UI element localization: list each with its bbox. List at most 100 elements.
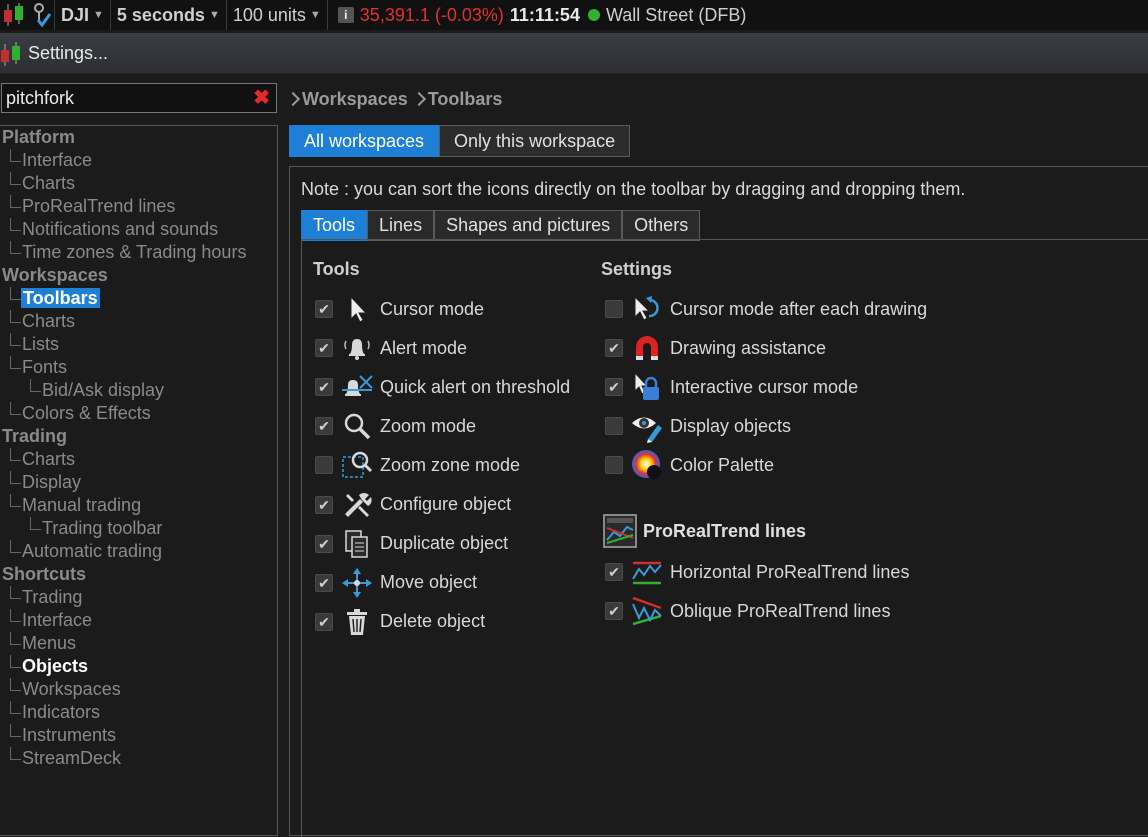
tree-item-objects[interactable]: Objects [0, 655, 277, 678]
instrument-selector[interactable]: DJI ▼ [55, 0, 111, 30]
tree-item-toolbars[interactable]: Toolbars [0, 287, 277, 310]
tree-item-prorealtrend-lines[interactable]: ProRealTrend lines [0, 195, 277, 218]
option-horizontal-prorealtrend-lines: ✔ Horizontal ProRealTrend lines [605, 555, 909, 589]
tree-item-charts[interactable]: Charts [0, 310, 277, 333]
tree-item-label: Toolbars [21, 288, 100, 308]
option-label: Color Palette [670, 454, 775, 475]
tree-item-streamdeck[interactable]: StreamDeck [0, 747, 277, 770]
chevron-right-icon [411, 91, 426, 107]
tree-section-workspaces[interactable]: Workspaces [0, 264, 277, 287]
move-icon [340, 566, 374, 600]
tree-item-colors-effects[interactable]: Colors & Effects [0, 402, 277, 425]
option-label: Cursor mode after each drawing [670, 298, 928, 319]
tree-item-label: StreamDeck [22, 748, 122, 768]
tree-item-charts[interactable]: Charts [0, 172, 277, 195]
interval-selector[interactable]: 5 seconds ▼ [111, 0, 227, 30]
candlestick-icon [1, 42, 20, 66]
tab-lines[interactable]: Lines [367, 210, 435, 241]
tree-connector [30, 379, 41, 392]
checkbox[interactable]: ✔ [315, 534, 333, 553]
prorealtrend-icon [603, 514, 637, 548]
units-selector[interactable]: 100 units ▼ [227, 0, 328, 30]
tree-connector [10, 218, 21, 231]
chart-type-button[interactable] [0, 0, 55, 30]
checkbox[interactable] [605, 417, 623, 436]
tools-heading: Tools [313, 259, 360, 279]
checkbox[interactable]: ✔ [315, 573, 333, 592]
tree-item-fonts[interactable]: Fonts [0, 356, 277, 379]
checkbox[interactable]: ✔ [315, 339, 333, 358]
tree-item-bid-ask-display[interactable]: Bid/Ask display [0, 379, 277, 402]
zoom-zone-icon [340, 448, 374, 482]
checkbox[interactable] [605, 300, 623, 318]
tree-connector [10, 402, 21, 415]
checkbox[interactable]: ✔ [315, 300, 333, 318]
tab-only-this-workspace[interactable]: Only this workspace [439, 125, 631, 157]
cursor-icon [340, 292, 374, 326]
checkbox[interactable]: ✔ [315, 612, 333, 631]
option-label: Interactive cursor mode [670, 376, 859, 397]
clear-search-icon[interactable]: ✖ [253, 87, 270, 109]
option-label: Drawing assistance [670, 337, 827, 358]
tree-item-interface[interactable]: Interface [0, 609, 277, 632]
option-duplicate-object: ✔ Duplicate object [315, 527, 508, 561]
checkbox[interactable]: ✔ [605, 378, 623, 397]
magnifier-icon [340, 409, 374, 443]
option-label: Zoom zone mode [380, 454, 521, 475]
tree-item-charts[interactable]: Charts [0, 448, 277, 471]
checkbox[interactable]: ✔ [605, 339, 623, 358]
tree-item-manual-trading[interactable]: Manual trading [0, 494, 277, 517]
tree-item-notifications-and-sounds[interactable]: Notifications and sounds [0, 218, 277, 241]
tree-item-interface[interactable]: Interface [0, 149, 277, 172]
tab-tools[interactable]: Tools [301, 210, 368, 241]
tab-all-workspaces[interactable]: All workspaces [289, 125, 440, 157]
oblique-trend-icon [630, 594, 664, 628]
search-input[interactable] [2, 86, 248, 110]
tree-item-time-zones-trading-hours[interactable]: Time zones & Trading hours [0, 241, 277, 264]
tree-item-automatic-trading[interactable]: Automatic trading [0, 540, 277, 563]
tree-item-instruments[interactable]: Instruments [0, 724, 277, 747]
option-display-objects: Display objects [605, 409, 791, 444]
option-cursor-mode-after-each-drawing: Cursor mode after each drawing [605, 292, 927, 326]
tree-item-label: Workspaces [22, 679, 121, 699]
tab-shapes-and-pictures[interactable]: Shapes and pictures [434, 210, 623, 241]
tools-icon [340, 488, 374, 522]
breadcrumb-workspaces[interactable]: Workspaces [302, 89, 408, 110]
option-move-object: ✔ Move object [315, 566, 477, 600]
checkbox[interactable] [605, 456, 623, 475]
tree-item-trading-toolbar[interactable]: Trading toolbar [0, 517, 277, 540]
tab-others[interactable]: Others [622, 210, 701, 241]
tree-section-trading[interactable]: Trading [0, 425, 277, 448]
checkbox[interactable]: ✔ [605, 563, 623, 581]
option-color-palette: Color Palette [605, 448, 774, 482]
window-title: Settings... [28, 42, 109, 63]
checkbox[interactable] [315, 456, 333, 475]
clock-time: 11:11:54 [509, 4, 580, 25]
note-text: Note : you can sort the icons directly o… [301, 179, 966, 199]
option-label: Horizontal ProRealTrend lines [670, 561, 910, 582]
tools-tab-panel: Tools Settings ProRealTrend lines ✔ Curso… [301, 239, 1148, 837]
tree-item-display[interactable]: Display [0, 471, 277, 494]
checkbox[interactable]: ✔ [315, 495, 333, 514]
tree-item-lists[interactable]: Lists [0, 333, 277, 356]
link-check-icon[interactable] [30, 2, 52, 28]
option-label: Quick alert on threshold [380, 376, 571, 397]
tree-section-shortcuts[interactable]: Shortcuts [0, 563, 277, 586]
tree-item-menus[interactable]: Menus [0, 632, 277, 655]
tree-item-indicators[interactable]: Indicators [0, 701, 277, 724]
tree-item-label: Fonts [22, 357, 68, 377]
quote-info: i 35,391.1 (-0.03%) 11:11:54 Wall Street… [328, 4, 746, 26]
toolbar-category-tabs: Tools Lines Shapes and pictures Others [301, 210, 701, 241]
eye-pencil-icon [630, 409, 664, 444]
workspace-scope-tabs: All workspaces Only this workspace [289, 125, 631, 157]
tree-item-workspaces[interactable]: Workspaces [0, 678, 277, 701]
tree-item-trading[interactable]: Trading [0, 586, 277, 609]
checkbox[interactable]: ✔ [315, 417, 333, 436]
tree-item-label: Instruments [22, 725, 117, 745]
checkbox[interactable]: ✔ [605, 602, 623, 620]
tree-connector [10, 333, 21, 346]
tree-connector [10, 632, 21, 645]
info-icon[interactable]: i [337, 7, 354, 23]
tree-section-platform[interactable]: Platform [0, 126, 277, 149]
checkbox[interactable]: ✔ [315, 378, 333, 397]
